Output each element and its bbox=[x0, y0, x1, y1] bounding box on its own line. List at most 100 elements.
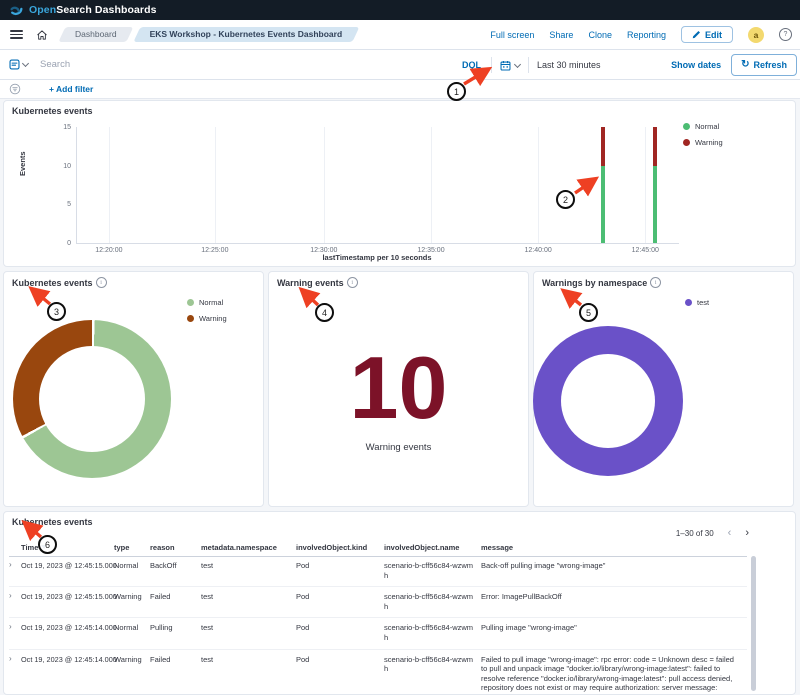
dql-button[interactable]: DQL bbox=[452, 60, 491, 70]
row-expand-icon[interactable]: › bbox=[9, 592, 21, 611]
y-tick: 10 bbox=[53, 163, 71, 170]
y-axis-title: Events bbox=[18, 151, 27, 176]
add-filter-button[interactable]: + Add filter bbox=[49, 84, 93, 94]
table-scrollbar[interactable] bbox=[751, 556, 756, 691]
donut-hole bbox=[561, 354, 655, 448]
show-dates-button[interactable]: Show dates bbox=[671, 60, 721, 70]
panel-kubernetes-events-donut: Kubernetes eventsi Normal Warning bbox=[3, 271, 264, 507]
search-input[interactable] bbox=[38, 58, 302, 71]
namespace-legend: test bbox=[685, 298, 709, 307]
breadcrumb-dashboard[interactable]: Dashboard bbox=[62, 27, 130, 42]
menu-icon[interactable] bbox=[10, 30, 23, 39]
opensearch-logo-icon bbox=[10, 4, 23, 17]
timeline-legend: Normal Warning bbox=[683, 122, 723, 147]
annotation-circle-4: 4 bbox=[315, 303, 334, 322]
query-bar: DQL Last 30 minutes Show dates ↻ Refresh bbox=[0, 50, 800, 80]
cell-kind: Pod bbox=[296, 592, 384, 611]
timeline-plot: 0 5 10 15 12:20:00 12:25:00 12:30:00 12:… bbox=[76, 127, 679, 244]
warning-dot-icon bbox=[187, 315, 194, 322]
query-icon bbox=[9, 59, 20, 70]
pencil-icon bbox=[692, 30, 701, 39]
warning-count-label: Warning events bbox=[269, 442, 528, 453]
column-header-name[interactable]: involvedObject.name bbox=[384, 543, 481, 552]
row-expand-icon[interactable]: › bbox=[9, 655, 21, 695]
legend-item-normal[interactable]: Normal bbox=[683, 122, 723, 131]
cell-time: Oct 19, 2023 @ 12:45:14.000 bbox=[21, 655, 114, 695]
pagination-range: 1–30 of 30 bbox=[676, 529, 714, 538]
row-expand-icon[interactable]: › bbox=[9, 623, 21, 642]
gridline bbox=[109, 127, 110, 243]
clone-link[interactable]: Clone bbox=[588, 30, 612, 40]
cell-message: Pulling image "wrong-image" bbox=[481, 623, 747, 642]
info-icon[interactable]: i bbox=[96, 277, 107, 288]
y-tick: 5 bbox=[53, 201, 71, 208]
test-dot-icon bbox=[685, 299, 692, 306]
date-picker-button[interactable] bbox=[492, 60, 528, 71]
legend-item-warning[interactable]: Warning bbox=[187, 314, 227, 323]
chevron-left-icon[interactable]: ‹ bbox=[728, 528, 732, 539]
gridline bbox=[431, 127, 432, 243]
info-icon[interactable]: i bbox=[347, 277, 358, 288]
full-screen-link[interactable]: Full screen bbox=[490, 30, 534, 40]
time-range-value[interactable]: Last 30 minutes bbox=[529, 60, 601, 70]
edit-button[interactable]: Edit bbox=[681, 26, 733, 43]
legend-item-test[interactable]: test bbox=[685, 298, 709, 307]
help-icon[interactable]: ? bbox=[779, 28, 792, 41]
cell-namespace: test bbox=[201, 623, 296, 642]
panel-title[interactable]: Kubernetes events bbox=[12, 106, 93, 116]
events-donut-chart[interactable] bbox=[13, 320, 171, 478]
column-header-message[interactable]: message bbox=[481, 543, 747, 552]
legend-item-normal[interactable]: Normal bbox=[187, 298, 227, 307]
bar-segment-normal bbox=[653, 166, 657, 243]
legend-item-warning[interactable]: Warning bbox=[683, 138, 723, 147]
row-expand-icon[interactable]: › bbox=[9, 561, 21, 580]
cell-reason: Failed bbox=[150, 592, 201, 611]
opensearch-dashboards-app: OpenSearch Dashboards Dashboard EKS Work… bbox=[0, 0, 800, 695]
cell-namespace: test bbox=[201, 655, 296, 695]
avatar[interactable]: a bbox=[748, 27, 764, 43]
home-icon[interactable] bbox=[36, 29, 48, 41]
column-header-namespace[interactable]: metadata.namespace bbox=[201, 543, 296, 552]
bar-segment-warning bbox=[653, 127, 657, 166]
panel-title[interactable]: Kubernetes eventsi bbox=[12, 277, 107, 288]
namespace-donut-chart[interactable] bbox=[533, 326, 683, 476]
refresh-button[interactable]: ↻ Refresh bbox=[731, 54, 797, 76]
chevron-down-icon bbox=[514, 60, 521, 67]
top-app-bar: OpenSearch Dashboards bbox=[0, 0, 800, 20]
cell-time: Oct 19, 2023 @ 12:45:15.000 bbox=[21, 592, 114, 611]
timeline-bar[interactable] bbox=[601, 127, 605, 243]
info-icon[interactable]: i bbox=[650, 277, 661, 288]
warning-count-value: 10 bbox=[269, 344, 528, 432]
annotation-circle-6: 6 bbox=[38, 535, 57, 554]
cell-kind: Pod bbox=[296, 561, 384, 580]
panel-title[interactable]: Warning eventsi bbox=[277, 277, 358, 288]
y-tick: 15 bbox=[53, 124, 71, 131]
timeline-bar[interactable] bbox=[653, 127, 657, 243]
gridline bbox=[215, 127, 216, 243]
cell-namespace: test bbox=[201, 592, 296, 611]
chevron-right-icon[interactable]: › bbox=[745, 528, 749, 539]
breadcrumb-current-dashboard[interactable]: EKS Workshop - Kubernetes Events Dashboa… bbox=[137, 27, 356, 42]
share-link[interactable]: Share bbox=[549, 30, 573, 40]
cell-name: scenario-b-cff56c84-wzwmh bbox=[384, 592, 481, 611]
column-header-reason[interactable]: reason bbox=[150, 543, 201, 552]
column-header-type[interactable]: type bbox=[114, 543, 150, 552]
panel-title[interactable]: Warnings by namespacei bbox=[542, 277, 661, 288]
column-header-time[interactable]: Time bbox=[21, 543, 114, 552]
pagination: 1–30 of 30 ‹ › bbox=[676, 528, 749, 539]
cell-kind: Pod bbox=[296, 623, 384, 642]
reporting-link[interactable]: Reporting bbox=[627, 30, 666, 40]
brand-title: OpenSearch Dashboards bbox=[29, 4, 157, 16]
column-header-kind[interactable]: involvedObject.kind bbox=[296, 543, 384, 552]
saved-query-menu-icon[interactable] bbox=[9, 59, 28, 70]
panel-title[interactable]: Kubernetes events bbox=[12, 517, 93, 527]
cell-type: Warning bbox=[114, 655, 150, 695]
cell-time: Oct 19, 2023 @ 12:45:15.000 bbox=[21, 561, 114, 580]
cell-type: Warning bbox=[114, 592, 150, 611]
filter-icon[interactable] bbox=[9, 83, 21, 95]
gridline bbox=[538, 127, 539, 243]
calendar-icon bbox=[500, 60, 511, 71]
gridline bbox=[645, 127, 646, 243]
warning-dot-icon bbox=[683, 139, 690, 146]
breadcrumb: Dashboard EKS Workshop - Kubernetes Even… bbox=[62, 27, 355, 42]
